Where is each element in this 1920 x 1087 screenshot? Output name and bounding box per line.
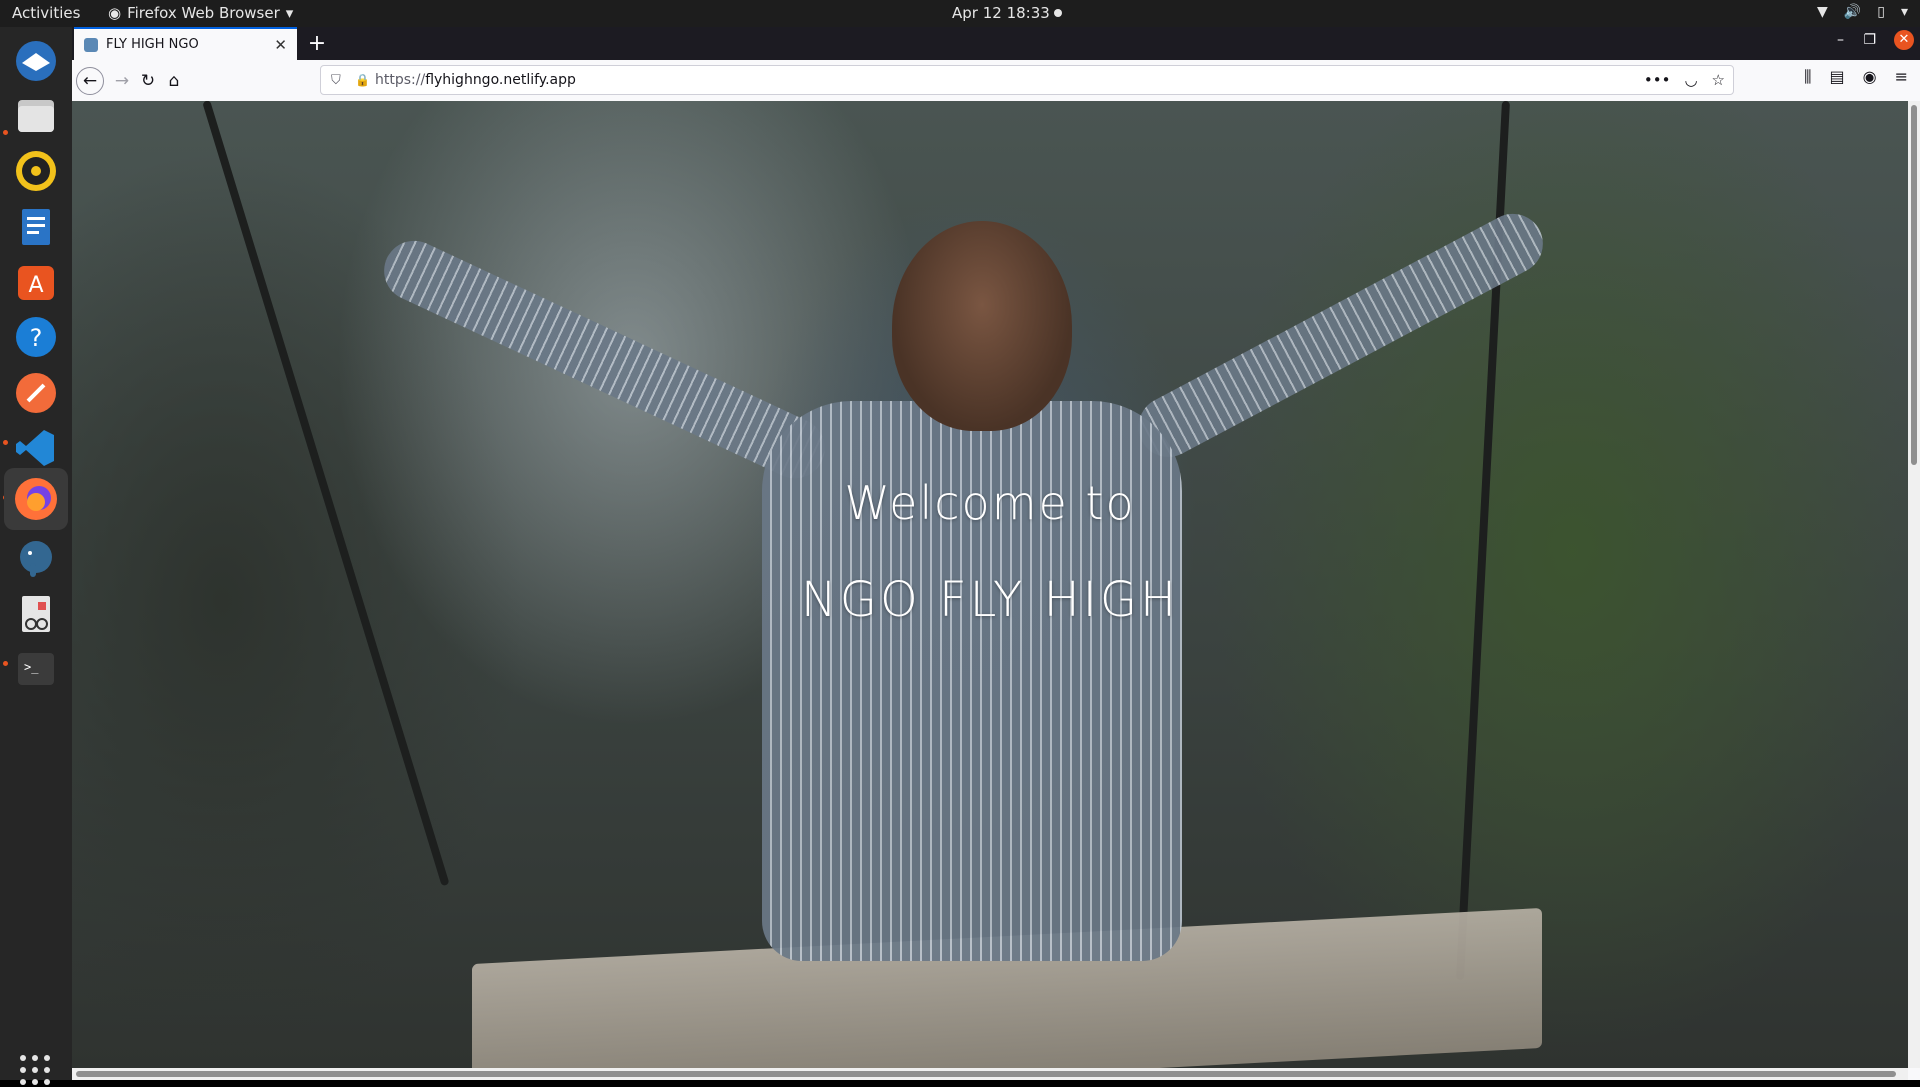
document-viewer-icon bbox=[22, 596, 50, 632]
grid-dot-icon bbox=[20, 1067, 26, 1073]
thunderbird-icon bbox=[16, 41, 56, 81]
home-button[interactable]: ⌂ bbox=[160, 67, 188, 95]
navigation-toolbar: ← → ↻ ⌂ ⛉ 🔒 https://flyhighngo.netlify.a… bbox=[72, 60, 1920, 102]
pocket-icon[interactable]: ◡ bbox=[1684, 71, 1697, 89]
grid-dot-icon bbox=[32, 1055, 38, 1061]
dock-terminal[interactable]: >_ bbox=[10, 643, 62, 695]
dock-firefox[interactable] bbox=[4, 468, 68, 530]
grid-dot-icon bbox=[44, 1067, 50, 1073]
favicon-icon bbox=[84, 37, 98, 52]
back-button[interactable]: ← bbox=[76, 67, 104, 95]
restore-icon[interactable]: ❐ bbox=[1863, 32, 1876, 48]
close-tab-icon[interactable]: ✕ bbox=[274, 36, 287, 54]
dock-postman[interactable] bbox=[10, 367, 62, 419]
dock-document-viewer[interactable] bbox=[10, 588, 62, 640]
dock-pgadmin[interactable] bbox=[10, 533, 62, 585]
running-indicator bbox=[3, 440, 8, 445]
hero-text: Welcome to NGO FLY HIGH bbox=[72, 101, 1908, 1068]
wifi-icon: ▼ bbox=[1817, 4, 1828, 20]
dock-files[interactable] bbox=[10, 90, 62, 142]
volume-icon: 🔊 bbox=[1843, 4, 1862, 20]
grid-dot-icon bbox=[32, 1067, 38, 1073]
grid-dot-icon bbox=[44, 1055, 50, 1061]
tracking-protection-icon[interactable]: ⛉ bbox=[331, 73, 345, 88]
tab-bar: FLY HIGH NGO ✕ + – ❐ ✕ bbox=[72, 27, 1920, 60]
vscode-icon bbox=[16, 430, 54, 466]
account-icon[interactable]: ◉ bbox=[1863, 67, 1877, 87]
library-icon[interactable]: ⫼ bbox=[1804, 67, 1811, 87]
scrollbar-thumb[interactable] bbox=[1911, 105, 1917, 465]
firefox-icon bbox=[15, 478, 57, 520]
system-top-bar: Activities ◉ Firefox Web Browser ▾ Apr 1… bbox=[0, 0, 1920, 27]
dock-thunderbird[interactable] bbox=[10, 35, 62, 87]
url-actions: ••• ◡ ☆ bbox=[1644, 71, 1725, 89]
close-window-icon[interactable]: ✕ bbox=[1894, 30, 1914, 50]
chevron-down-icon: ▾ bbox=[1900, 4, 1908, 20]
activities-button[interactable]: Activities bbox=[12, 4, 80, 22]
chevron-down-icon: ▾ bbox=[285, 4, 294, 22]
dock-vscode[interactable] bbox=[10, 422, 62, 474]
url-scheme: https:// bbox=[375, 72, 426, 88]
running-indicator bbox=[3, 130, 8, 135]
svg-text:?: ? bbox=[30, 324, 43, 352]
grid-dot-icon bbox=[20, 1055, 26, 1061]
firefox-window: FLY HIGH NGO ✕ + – ❐ ✕ ← → ↻ ⌂ ⛉ 🔒 https… bbox=[72, 27, 1920, 1080]
sidebar-icon[interactable]: ▤ bbox=[1830, 67, 1845, 87]
hero-welcome-text: Welcome to bbox=[844, 475, 1136, 530]
tab-title: FLY HIGH NGO bbox=[106, 37, 199, 52]
help-icon: ? bbox=[16, 317, 56, 357]
app-menu-label: Firefox Web Browser bbox=[127, 4, 280, 22]
firefox-small-icon: ◉ bbox=[108, 4, 122, 22]
clock[interactable]: Apr 12 18:33 bbox=[952, 4, 1050, 22]
dock-help[interactable]: ? bbox=[10, 311, 62, 363]
software-center-icon: A bbox=[18, 266, 54, 300]
writer-icon bbox=[22, 209, 50, 245]
running-indicator bbox=[3, 661, 8, 666]
dock: A ? >_ bbox=[0, 27, 72, 1085]
bookmark-star-icon[interactable]: ☆ bbox=[1712, 71, 1725, 89]
rhythmbox-icon bbox=[16, 151, 56, 191]
new-tab-button[interactable]: + bbox=[304, 31, 330, 57]
folder-icon bbox=[18, 100, 54, 132]
notification-dot bbox=[1054, 9, 1062, 17]
forward-button[interactable]: → bbox=[108, 67, 136, 95]
lock-icon[interactable]: 🔒 bbox=[355, 73, 370, 87]
web-page: Welcome to NGO FLY HIGH bbox=[72, 101, 1908, 1068]
app-menu[interactable]: ◉ Firefox Web Browser ▾ bbox=[108, 4, 293, 22]
elephant-icon bbox=[20, 541, 52, 577]
url-bar[interactable]: ⛉ 🔒 https://flyhighngo.netlify.app ••• ◡… bbox=[320, 65, 1734, 95]
show-applications-button[interactable] bbox=[20, 1055, 52, 1087]
horizontal-scrollbar[interactable] bbox=[72, 1068, 1908, 1080]
battery-icon: ▯ bbox=[1877, 4, 1885, 20]
reload-button[interactable]: ↻ bbox=[134, 67, 162, 95]
system-tray[interactable]: ▼ 🔊 ▯ ▾ bbox=[1817, 4, 1908, 20]
svg-text:A: A bbox=[28, 273, 43, 298]
vertical-scrollbar[interactable] bbox=[1908, 101, 1920, 1068]
menu-icon[interactable]: ≡ bbox=[1895, 67, 1908, 87]
toolbar-tools: ⫼ ▤ ◉ ≡ bbox=[1804, 67, 1920, 87]
tab-fly-high-ngo[interactable]: FLY HIGH NGO ✕ bbox=[74, 27, 297, 60]
minimize-icon[interactable]: – bbox=[1837, 32, 1844, 48]
dock-software[interactable]: A bbox=[10, 256, 62, 308]
postman-icon bbox=[16, 373, 56, 413]
more-actions-icon[interactable]: ••• bbox=[1644, 71, 1671, 89]
svg-text:>_: >_ bbox=[24, 660, 39, 674]
dock-writer[interactable] bbox=[10, 201, 62, 253]
scrollbar-thumb[interactable] bbox=[76, 1071, 1896, 1077]
hero-brand-title: NGO FLY HIGH bbox=[800, 571, 1180, 628]
url-host: flyhighngo.netlify.app bbox=[425, 72, 576, 88]
dock-rhythmbox[interactable] bbox=[10, 145, 62, 197]
terminal-icon: >_ bbox=[18, 653, 54, 685]
